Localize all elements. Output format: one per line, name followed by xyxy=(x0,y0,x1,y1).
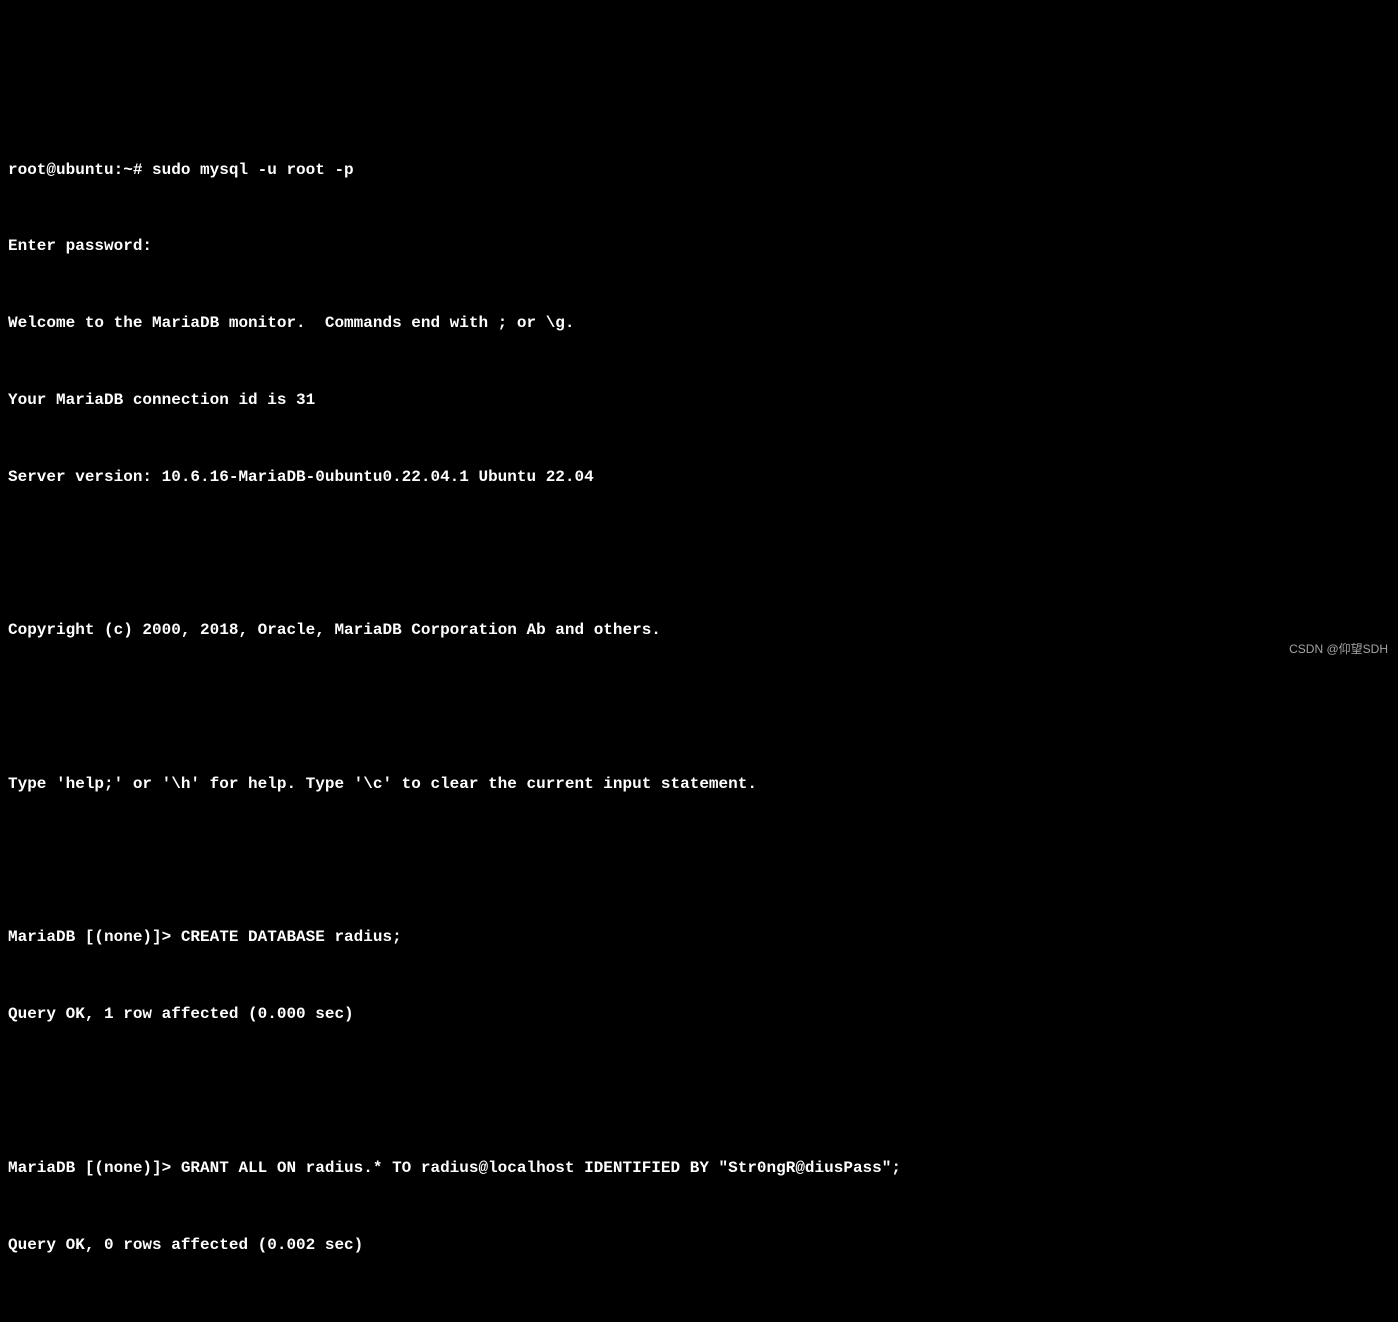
terminal-line xyxy=(8,541,1390,567)
terminal-line xyxy=(8,849,1390,875)
terminal-output[interactable]: root@ubuntu:~# sudo mysql -u root -p Ent… xyxy=(8,106,1390,1322)
terminal-line: Server version: 10.6.16-MariaDB-0ubuntu0… xyxy=(8,465,1390,491)
terminal-line: MariaDB [(none)]> CREATE DATABASE radius… xyxy=(8,925,1390,951)
terminal-line: root@ubuntu:~# sudo mysql -u root -p xyxy=(8,158,1390,184)
terminal-line: Welcome to the MariaDB monitor. Commands… xyxy=(8,311,1390,337)
terminal-line xyxy=(8,1309,1390,1322)
terminal-line: Query OK, 1 row affected (0.000 sec) xyxy=(8,1002,1390,1028)
terminal-line xyxy=(8,1079,1390,1105)
terminal-line: Copyright (c) 2000, 2018, Oracle, MariaD… xyxy=(8,618,1390,644)
terminal-line: Enter password: xyxy=(8,234,1390,260)
terminal-line: Query OK, 0 rows affected (0.002 sec) xyxy=(8,1233,1390,1259)
terminal-line xyxy=(8,695,1390,721)
terminal-line: MariaDB [(none)]> GRANT ALL ON radius.* … xyxy=(8,1156,1390,1182)
watermark-text: CSDN @仰望SDH xyxy=(1289,640,1388,659)
terminal-line: Type 'help;' or '\h' for help. Type '\c'… xyxy=(8,772,1390,798)
terminal-line: Your MariaDB connection id is 31 xyxy=(8,388,1390,414)
